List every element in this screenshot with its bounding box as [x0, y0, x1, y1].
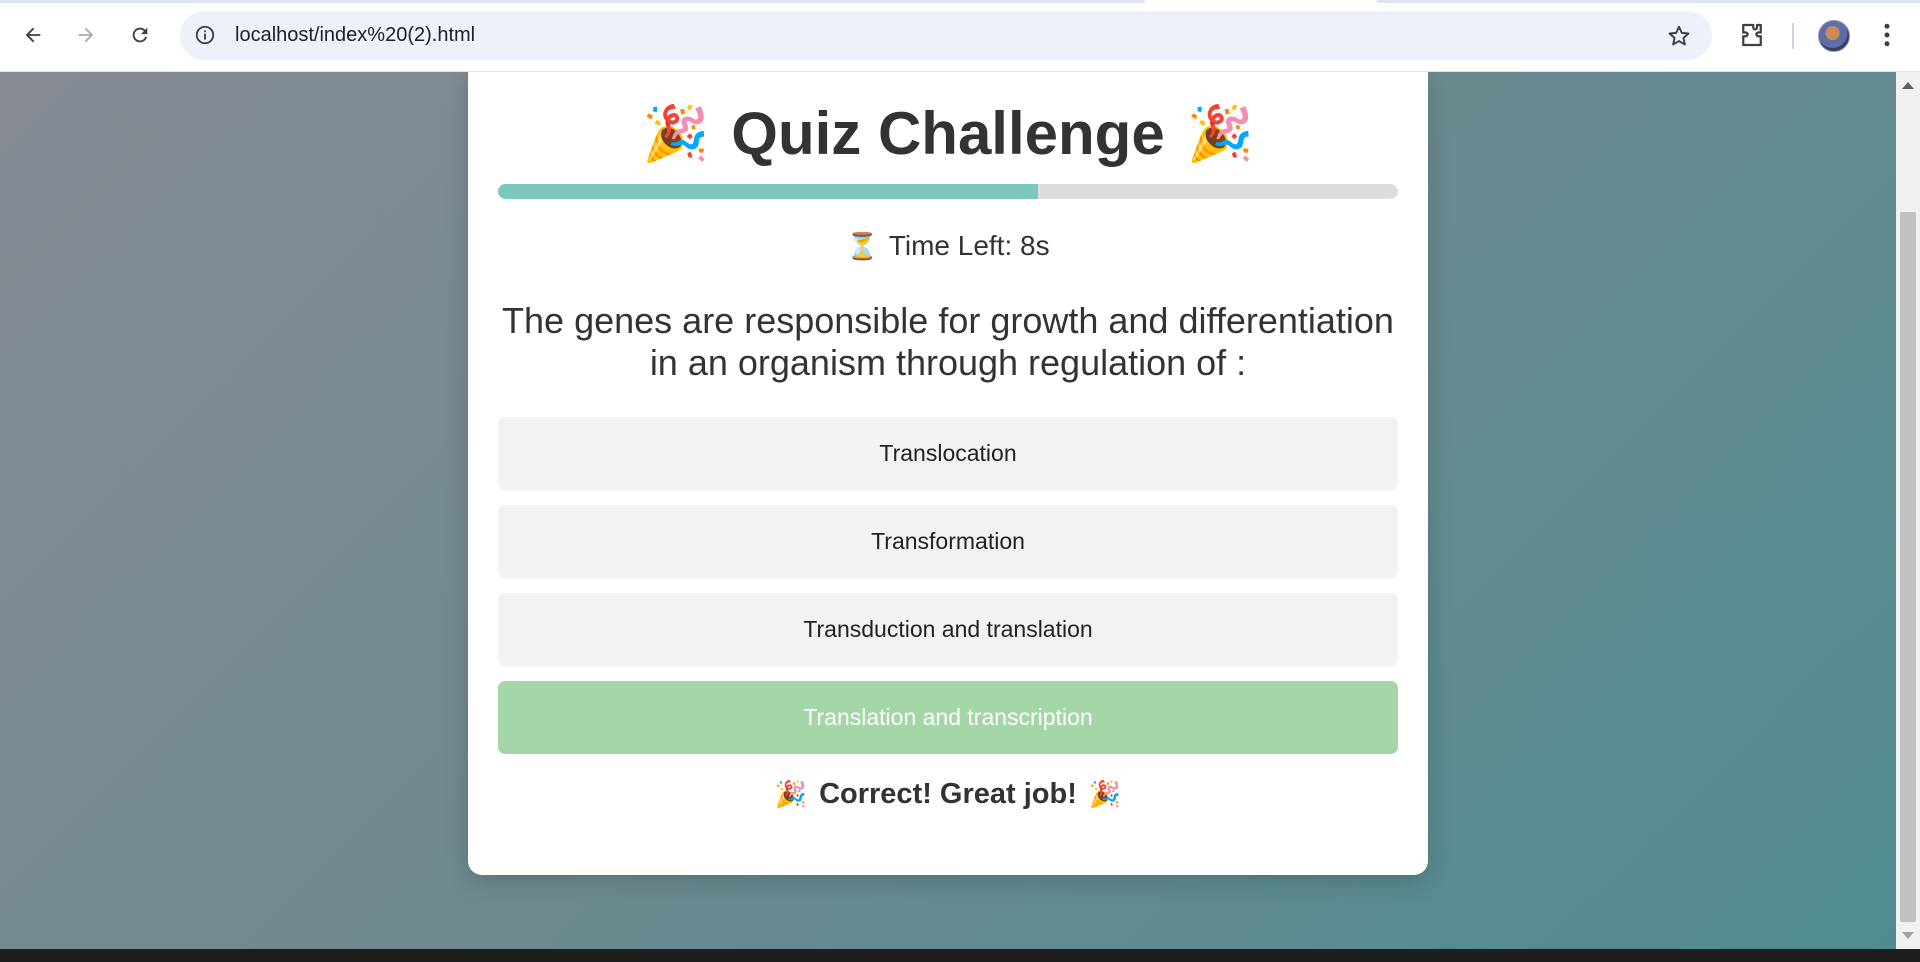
- scroll-down-arrow-icon[interactable]: [1902, 932, 1914, 939]
- info-icon[interactable]: [194, 24, 216, 46]
- feedback-message: 🎉 Correct! Great job! 🎉: [468, 778, 1428, 811]
- progress-fill: [498, 184, 1038, 199]
- url-text[interactable]: localhost/index%20(2).html: [235, 24, 475, 47]
- quiz-title-text: Quiz Challenge: [731, 100, 1165, 168]
- scrollbar-thumb[interactable]: [1900, 212, 1916, 922]
- back-button[interactable]: [15, 17, 51, 53]
- party-popper-icon: 🎉: [642, 104, 710, 165]
- option-button-correct[interactable]: Translation and transcription: [498, 681, 1398, 754]
- quiz-title: 🎉 Quiz Challenge 🎉: [468, 85, 1428, 179]
- puzzle-icon[interactable]: [1737, 20, 1767, 50]
- option-button[interactable]: Translocation: [498, 417, 1398, 490]
- browser-toolbar: localhost/index%20(2).html: [0, 0, 1920, 72]
- option-button[interactable]: Transformation: [498, 505, 1398, 578]
- forward-button[interactable]: [68, 17, 104, 53]
- address-bar[interactable]: localhost/index%20(2).html: [180, 11, 1712, 60]
- star-icon[interactable]: [1666, 23, 1692, 49]
- party-popper-icon: 🎉: [1088, 779, 1122, 809]
- avatar[interactable]: [1818, 20, 1850, 52]
- timer-text: Time Left: 8s: [888, 230, 1050, 261]
- toolbar-divider: [1792, 23, 1794, 49]
- question-text: The genes are responsible for growth and…: [502, 300, 1394, 383]
- option-button[interactable]: Transduction and translation: [498, 593, 1398, 666]
- scroll-up-arrow-icon[interactable]: [1902, 82, 1914, 89]
- kebab-menu-icon[interactable]: [1872, 20, 1902, 50]
- feedback-text: Correct! Great job!: [819, 778, 1077, 810]
- progress-bar: [498, 184, 1398, 199]
- active-tab-edge: [1145, 0, 1377, 3]
- reload-button[interactable]: [122, 17, 158, 53]
- party-popper-icon: 🎉: [774, 779, 808, 809]
- timer: ⏳ Time Left: 8s: [468, 230, 1428, 262]
- hourglass-icon: ⏳: [846, 231, 879, 261]
- vertical-scrollbar[interactable]: [1896, 72, 1920, 949]
- reload-icon: [132, 27, 148, 43]
- page-viewport: 🎉 Quiz Challenge 🎉 ⏳ Time Left: 8s The gene…: [0, 72, 1896, 949]
- quiz-card: 🎉 Quiz Challenge 🎉 ⏳ Time Left: 8s The gene…: [468, 72, 1428, 875]
- back-arrow-icon: [25, 27, 41, 43]
- tab-strip: [0, 0, 1920, 3]
- party-popper-icon: 🎉: [1186, 104, 1254, 165]
- taskbar: [0, 949, 1920, 962]
- forward-arrow-icon: [78, 27, 94, 43]
